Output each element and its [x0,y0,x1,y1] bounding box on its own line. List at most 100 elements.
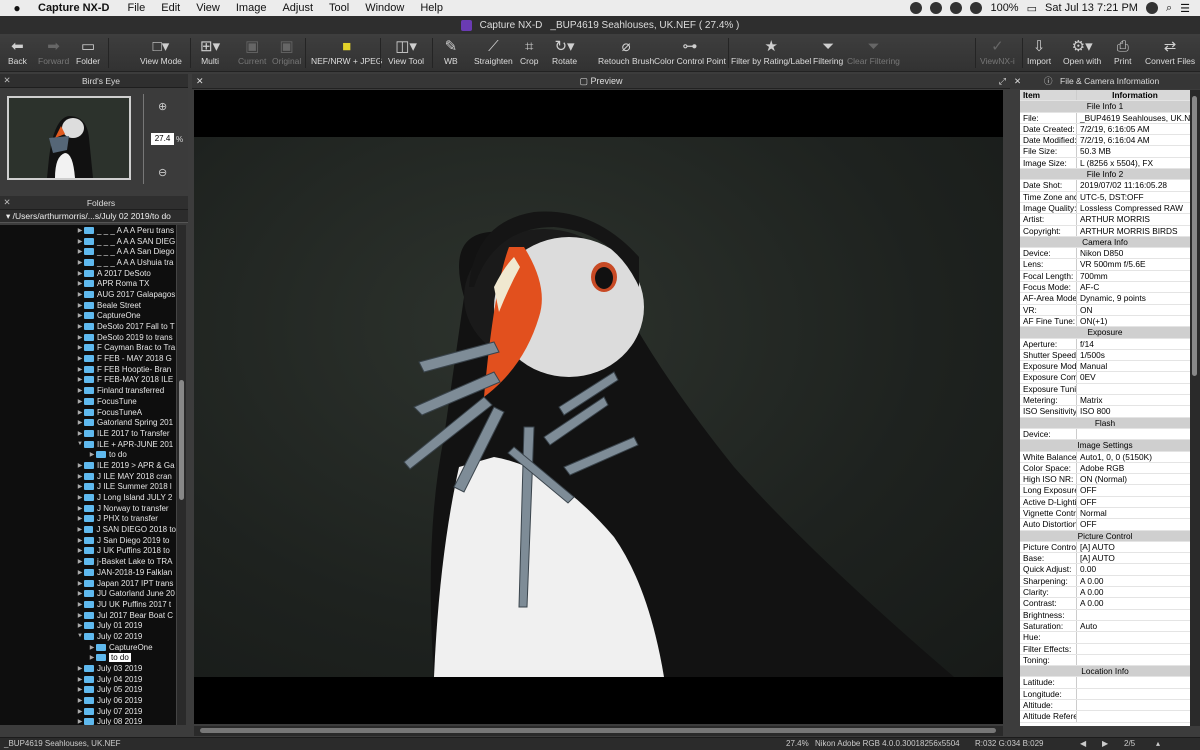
collapsed-triangle-icon[interactable]: ▶ [76,334,84,341]
folder-row[interactable]: ▼ ILE + APR-JUNE 201 [0,439,176,450]
folder-scrollbar[interactable] [176,225,186,725]
current-button[interactable]: ▣ Current [238,38,266,66]
collapsed-triangle-icon[interactable]: ▶ [76,430,84,437]
menu-image[interactable]: Image [228,2,275,14]
folder-row[interactable]: ▶ Jul 2017 Bear Boat C [0,610,176,621]
menu-file[interactable]: File [120,2,154,14]
folder-row[interactable]: ▶ F FEB-MAY 2018 ILE [0,375,176,386]
folder-row[interactable]: ▶ to do [0,449,176,460]
info-section-header[interactable]: File Info 1 [1020,101,1190,113]
folder-path[interactable]: ▾ /Users/arthurmorris/...s/July 02 2019/… [0,210,188,223]
view-mode-button[interactable]: □▾ View Mode [140,38,182,66]
nef-jpeg-button[interactable]: ■ NEF/NRW + JPEG [311,38,382,66]
collapsed-triangle-icon[interactable]: ▶ [76,483,84,490]
collapsed-triangle-icon[interactable]: ▶ [76,505,84,512]
battery-icon[interactable]: ▭ [1027,2,1037,15]
color-control-point-button[interactable]: ⊶ Color Control Point [654,38,726,66]
menu-tool[interactable]: Tool [321,2,357,14]
import-button[interactable]: ⇩ Import [1027,38,1051,66]
notification-center-icon[interactable]: ☰ [1180,2,1190,15]
collapsed-triangle-icon[interactable]: ▶ [76,686,84,693]
folder-row[interactable]: ▶ AUG 2017 Galapagos [0,289,176,300]
folder-row[interactable]: ▶ A 2017 DeSoto [0,268,176,279]
collapsed-triangle-icon[interactable]: ▶ [76,344,84,351]
collapsed-triangle-icon[interactable]: ▶ [76,665,84,672]
collapse-icon[interactable]: ▴ [1156,738,1160,750]
collapsed-triangle-icon[interactable]: ▶ [76,238,84,245]
multi-button[interactable]: ⊞▾ Multi [200,38,220,66]
info-section-header[interactable]: Exposure [1020,327,1190,339]
creative-cloud-icon[interactable] [910,2,923,14]
folder-row[interactable]: ▶ _ _ _ A A A Peru trans [0,225,176,236]
c-icon[interactable] [930,2,943,14]
collapsed-triangle-icon[interactable]: ▶ [76,473,84,480]
close-preview-icon[interactable]: ✕ [196,74,204,89]
collapsed-triangle-icon[interactable]: ▶ [76,515,84,522]
folder-row[interactable]: ▶ F FEB Hooptie- Bran [0,364,176,375]
collapsed-triangle-icon[interactable]: ▶ [76,376,84,383]
prev-image-icon[interactable]: ◀ [1080,738,1086,750]
folder-button[interactable]: ▭ Folder [76,38,100,66]
collapsed-triangle-icon[interactable]: ▶ [88,644,96,651]
zoom-value[interactable]: 27.4 [151,133,174,145]
collapsed-triangle-icon[interactable]: ▶ [76,590,84,597]
folder-row[interactable]: ▶ JU Gatorland June 20 [0,588,176,599]
collapsed-triangle-icon[interactable]: ▶ [76,227,84,234]
collapsed-triangle-icon[interactable]: ▶ [76,280,84,287]
preview-canvas[interactable] [194,90,1003,724]
zoom-out-icon[interactable]: ⊖ [158,166,167,179]
folder-row[interactable]: ▶ Beale Street [0,300,176,311]
menu-help[interactable]: Help [412,2,451,14]
collapsed-triangle-icon[interactable]: ▶ [76,355,84,362]
collapsed-triangle-icon[interactable]: ▶ [76,312,84,319]
viewnx-button[interactable]: ✓ ViewNX-i [980,38,1015,66]
folder-row[interactable]: ▶ FocusTune [0,396,176,407]
menu-edit[interactable]: Edit [153,2,188,14]
folder-row[interactable]: ▶ F FEB - MAY 2018 G [0,353,176,364]
close-folders-icon[interactable]: ✕ [0,197,14,208]
folder-row[interactable]: ▶ F Cayman Brac to Tra [0,343,176,354]
menu-clock[interactable]: Sat Jul 13 7:21 PM [1045,2,1138,14]
collapsed-triangle-icon[interactable]: ▶ [76,612,84,619]
info-section-header[interactable]: Image Settings [1020,440,1190,452]
folder-row[interactable]: ▶ July 04 2019 [0,674,176,685]
folder-row[interactable]: ▶ J SAN DIEGO 2018 to [0,524,176,535]
crop-button[interactable]: ⌗ Crop [520,38,538,66]
folder-row[interactable]: ▶ FocusTuneA [0,407,176,418]
folder-row[interactable]: ▶ APR Roma TX [0,278,176,289]
collapsed-triangle-icon[interactable]: ▶ [76,569,84,576]
spotlight-icon[interactable]: ⌕ [1166,2,1172,15]
folder-row[interactable]: ▶ JAN-2018-19 Falklan [0,567,176,578]
back-button[interactable]: ⬅ Back [8,38,27,66]
apple-icon[interactable]: ● [0,1,34,15]
info-section-header[interactable]: Location Info [1020,666,1190,678]
menu-window[interactable]: Window [357,2,412,14]
folder-row[interactable]: ▶ CaptureOne [0,311,176,322]
folder-row[interactable]: ▶ ILE 2017 to Transfer [0,428,176,439]
collapsed-triangle-icon[interactable]: ▶ [76,494,84,501]
info-section-header[interactable]: Camera Info [1020,236,1190,249]
folder-row[interactable]: ▶ DeSoto 2019 to trans [0,332,176,343]
collapsed-triangle-icon[interactable]: ▶ [76,366,84,373]
clear-filtering-button[interactable]: ⏷ Clear Filtering [847,38,900,66]
folder-row[interactable]: ▶ CaptureOne [0,642,176,653]
wb-button[interactable]: ✎ WB [444,38,458,66]
folder-row[interactable]: ▶ July 06 2019 [0,695,176,706]
collapsed-triangle-icon[interactable]: ▶ [76,259,84,266]
collapsed-triangle-icon[interactable]: ▶ [76,622,84,629]
collapsed-triangle-icon[interactable]: ▶ [76,387,84,394]
collapsed-triangle-icon[interactable]: ▶ [76,526,84,533]
folder-row[interactable]: ▶ Gatorland Spring 201 [0,417,176,428]
info-section-header[interactable]: Picture Control [1020,530,1190,542]
folder-row[interactable]: ▶ _ _ _ A A A SAN DIEG [0,236,176,247]
collapsed-triangle-icon[interactable]: ▶ [76,676,84,683]
original-button[interactable]: ▣ Original [272,38,301,66]
collapsed-triangle-icon[interactable]: ▶ [76,580,84,587]
expanded-triangle-icon[interactable]: ▼ [76,633,84,639]
folder-row[interactable]: ▶ J Long Island JULY 2 [0,492,176,503]
folder-row[interactable]: ▶ J UK Puffins 2018 to [0,546,176,557]
folder-row[interactable]: ▶ j-Basket Lake to TRA [0,556,176,567]
filter-rating-button[interactable]: ★ Filter by Rating/Label [731,38,811,66]
collapsed-triangle-icon[interactable]: ▶ [76,419,84,426]
folder-row[interactable]: ▶ ILE 2019 > APR & Ga [0,460,176,471]
